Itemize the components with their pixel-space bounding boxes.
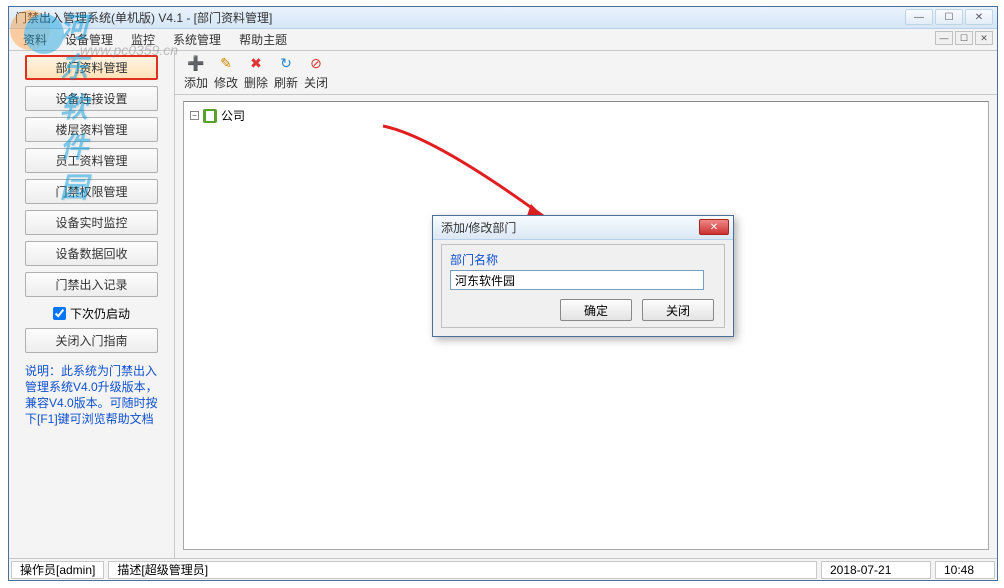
title-bar: 门禁出入管理系统(单机版) V4.1 - [部门资料管理] <box>9 7 997 29</box>
menu-bar: 资料 设备管理 监控 系统管理 帮助主题 — ☐ ✕ <box>9 29 997 51</box>
status-date: 2018-07-21 <box>821 561 931 579</box>
add-icon: ➕ <box>187 54 205 72</box>
status-time: 10:48 <box>935 561 995 579</box>
dialog-close-button[interactable]: ✕ <box>699 219 729 235</box>
dept-name-label: 部门名称 <box>450 251 716 268</box>
close-icon: ⊘ <box>307 54 325 72</box>
dialog-titlebar[interactable]: 添加/修改部门 ✕ <box>433 216 733 240</box>
toolbar-edit-button[interactable]: ✎ 修改 <box>211 54 241 91</box>
sidebar-item-records[interactable]: 门禁出入记录 <box>25 272 158 297</box>
edit-icon: ✎ <box>217 54 235 72</box>
sidebar-item-department[interactable]: 部门资料管理 <box>25 55 158 80</box>
status-description: 描述[超级管理员] <box>108 561 817 579</box>
minimize-button[interactable] <box>905 9 933 25</box>
menu-data[interactable]: 资料 <box>15 29 55 50</box>
refresh-icon: ↻ <box>277 54 295 72</box>
expand-icon[interactable]: − <box>190 111 199 120</box>
menu-device[interactable]: 设备管理 <box>57 29 121 50</box>
menu-help[interactable]: 帮助主题 <box>231 29 295 50</box>
toolbar-refresh-button[interactable]: ↻ 刷新 <box>271 54 301 91</box>
dialog-ok-button[interactable]: 确定 <box>560 299 632 321</box>
sidebar-item-employee[interactable]: 员工资料管理 <box>25 148 158 173</box>
status-operator: 操作员[admin] <box>11 561 104 579</box>
maximize-button[interactable] <box>935 9 963 25</box>
dialog-title: 添加/修改部门 <box>441 219 516 236</box>
mdi-restore-button[interactable]: ☐ <box>955 31 973 45</box>
sidebar-item-device-conn[interactable]: 设备连接设置 <box>25 86 158 111</box>
sidebar-note: 说明：此系统为门禁出入管理系统V4.0升级版本，兼容V4.0版本。可随时按下[F… <box>25 363 158 427</box>
sidebar-item-floor[interactable]: 楼层资料管理 <box>25 117 158 142</box>
autostart-checkbox[interactable] <box>53 307 66 320</box>
mdi-minimize-button[interactable]: — <box>935 31 953 45</box>
autostart-label: 下次仍启动 <box>70 305 130 322</box>
toolbar-add-button[interactable]: ➕ 添加 <box>181 54 211 91</box>
window-title: 门禁出入管理系统(单机版) V4.1 - [部门资料管理] <box>15 9 272 26</box>
content-area: ➕ 添加 ✎ 修改 ✖ 删除 ↻ 刷新 ⊘ 关闭 <box>175 51 997 558</box>
company-icon <box>203 109 217 123</box>
sidebar-item-monitor[interactable]: 设备实时监控 <box>25 210 158 235</box>
mdi-close-button[interactable]: ✕ <box>975 31 993 45</box>
toolbar-close-button[interactable]: ⊘ 关闭 <box>301 54 331 91</box>
dept-name-input[interactable] <box>450 270 704 290</box>
autostart-checkbox-row[interactable]: 下次仍启动 <box>25 305 158 322</box>
sidebar-item-close-guide[interactable]: 关闭入门指南 <box>25 328 158 353</box>
dialog-cancel-button[interactable]: 关闭 <box>642 299 714 321</box>
close-window-button[interactable] <box>965 9 993 25</box>
delete-icon: ✖ <box>247 54 265 72</box>
sidebar-item-permission[interactable]: 门禁权限管理 <box>25 179 158 204</box>
window-controls <box>905 9 993 25</box>
tree-root-label: 公司 <box>221 107 245 124</box>
menu-monitor[interactable]: 监控 <box>123 29 163 50</box>
sidebar-item-recovery[interactable]: 设备数据回收 <box>25 241 158 266</box>
tree-root-node[interactable]: − 公司 <box>188 106 984 125</box>
menu-system[interactable]: 系统管理 <box>165 29 229 50</box>
toolbar: ➕ 添加 ✎ 修改 ✖ 删除 ↻ 刷新 ⊘ 关闭 <box>175 51 997 95</box>
add-edit-dialog: 添加/修改部门 ✕ 部门名称 确定 关闭 <box>432 215 734 337</box>
sidebar: 部门资料管理 设备连接设置 楼层资料管理 员工资料管理 门禁权限管理 设备实时监… <box>9 51 175 558</box>
status-bar: 操作员[admin] 描述[超级管理员] 2018-07-21 10:48 <box>9 558 997 580</box>
toolbar-delete-button[interactable]: ✖ 删除 <box>241 54 271 91</box>
